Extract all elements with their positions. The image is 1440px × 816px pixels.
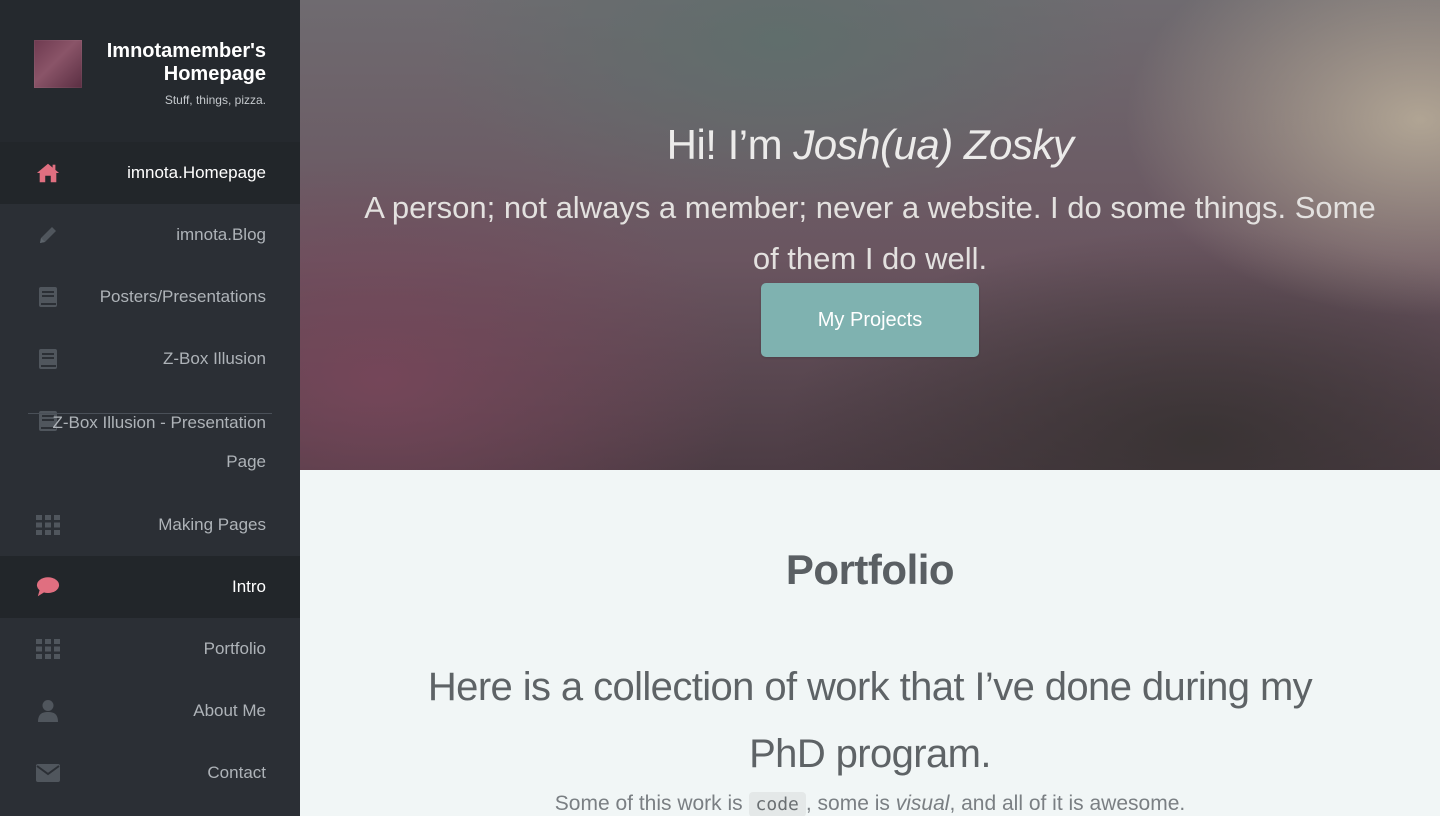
sidebar-item-blog[interactable]: imnota.Blog — [0, 204, 300, 266]
sidebar-item-homepage[interactable]: imnota.Homepage — [0, 142, 300, 204]
desc-visual: visual — [895, 792, 950, 815]
site-title[interactable]: Imnotamember's Homepage — [76, 40, 266, 86]
envelope-icon — [36, 763, 60, 783]
comment-icon — [36, 577, 60, 597]
sidebar-item-label: Portfolio — [203, 639, 266, 658]
hero-name: Josh(ua) Zosky — [793, 121, 1074, 168]
sidebar-item-zbox-presentation[interactable]: Z-Box Illusion - Presentation Page — [0, 390, 300, 494]
sidebar-item-label: Posters/Presentations — [99, 287, 266, 306]
sidebar-item-label: Z-Box Illusion - Presentation Page — [52, 413, 266, 471]
brand-header: Imnotamember's Homepage Stuff, things, p… — [0, 0, 300, 142]
grid-icon — [36, 639, 60, 659]
sidebar-item-label: Intro — [231, 577, 266, 596]
portfolio-title: Portfolio — [785, 546, 955, 593]
sidebar-item-about[interactable]: About Me — [0, 680, 300, 742]
sidebar-item-label: Contact — [207, 763, 266, 782]
site-subtitle: Stuff, things, pizza. — [164, 93, 266, 107]
sidebar-item-zbox[interactable]: Z-Box Illusion — [0, 328, 300, 390]
sidebar-item-label: Making Pages — [158, 515, 266, 534]
sidebar-item-label: Z-Box Illusion — [163, 349, 266, 368]
sidebar-item-portfolio[interactable]: Portfolio — [0, 618, 300, 680]
grid-icon — [36, 515, 60, 535]
pencil-icon — [36, 225, 60, 245]
sidebar: Imnotamember's Homepage Stuff, things, p… — [0, 0, 300, 816]
sidebar-item-making-pages[interactable]: Making Pages — [0, 494, 300, 556]
hero-banner: Hi! I’m Josh(ua) Zosky A person; not alw… — [300, 0, 1440, 470]
avatar[interactable] — [34, 40, 82, 88]
portfolio-section: Portfolio Here is a collection of work t… — [300, 470, 1440, 816]
user-icon — [36, 700, 60, 722]
sidebar-nav: imnota.Homepage imnota.Blog Posters/Pres… — [0, 142, 300, 804]
nav-divider — [28, 413, 272, 414]
book-icon — [36, 349, 60, 369]
hero-tagline: A person; not always a member; never a w… — [364, 190, 1376, 276]
portfolio-lead: Here is a collection of work that I’ve d… — [427, 665, 1313, 776]
sidebar-item-label: imnota.Homepage — [127, 163, 266, 182]
sidebar-item-label: imnota.Blog — [176, 225, 266, 244]
hero-heading: Hi! I’m Josh(ua) Zosky — [300, 121, 1440, 169]
sidebar-item-posters[interactable]: Posters/Presentations — [0, 266, 300, 328]
desc-middle: , some is — [805, 792, 896, 815]
sidebar-item-label: About Me — [193, 701, 266, 720]
home-icon — [36, 163, 60, 183]
sidebar-item-intro[interactable]: Intro — [0, 556, 300, 618]
desc-prefix: Some of this work is — [554, 792, 749, 815]
hero-greeting: Hi! I’m — [666, 121, 794, 168]
desc-suffix: , and all of it is awesome. — [949, 792, 1186, 815]
code-snippet: code — [748, 792, 806, 816]
book-icon — [36, 287, 60, 307]
sidebar-item-contact[interactable]: Contact — [0, 742, 300, 804]
portfolio-description: Some of this work is code, some is visua… — [300, 792, 1440, 816]
my-projects-button[interactable]: My Projects — [761, 283, 979, 357]
